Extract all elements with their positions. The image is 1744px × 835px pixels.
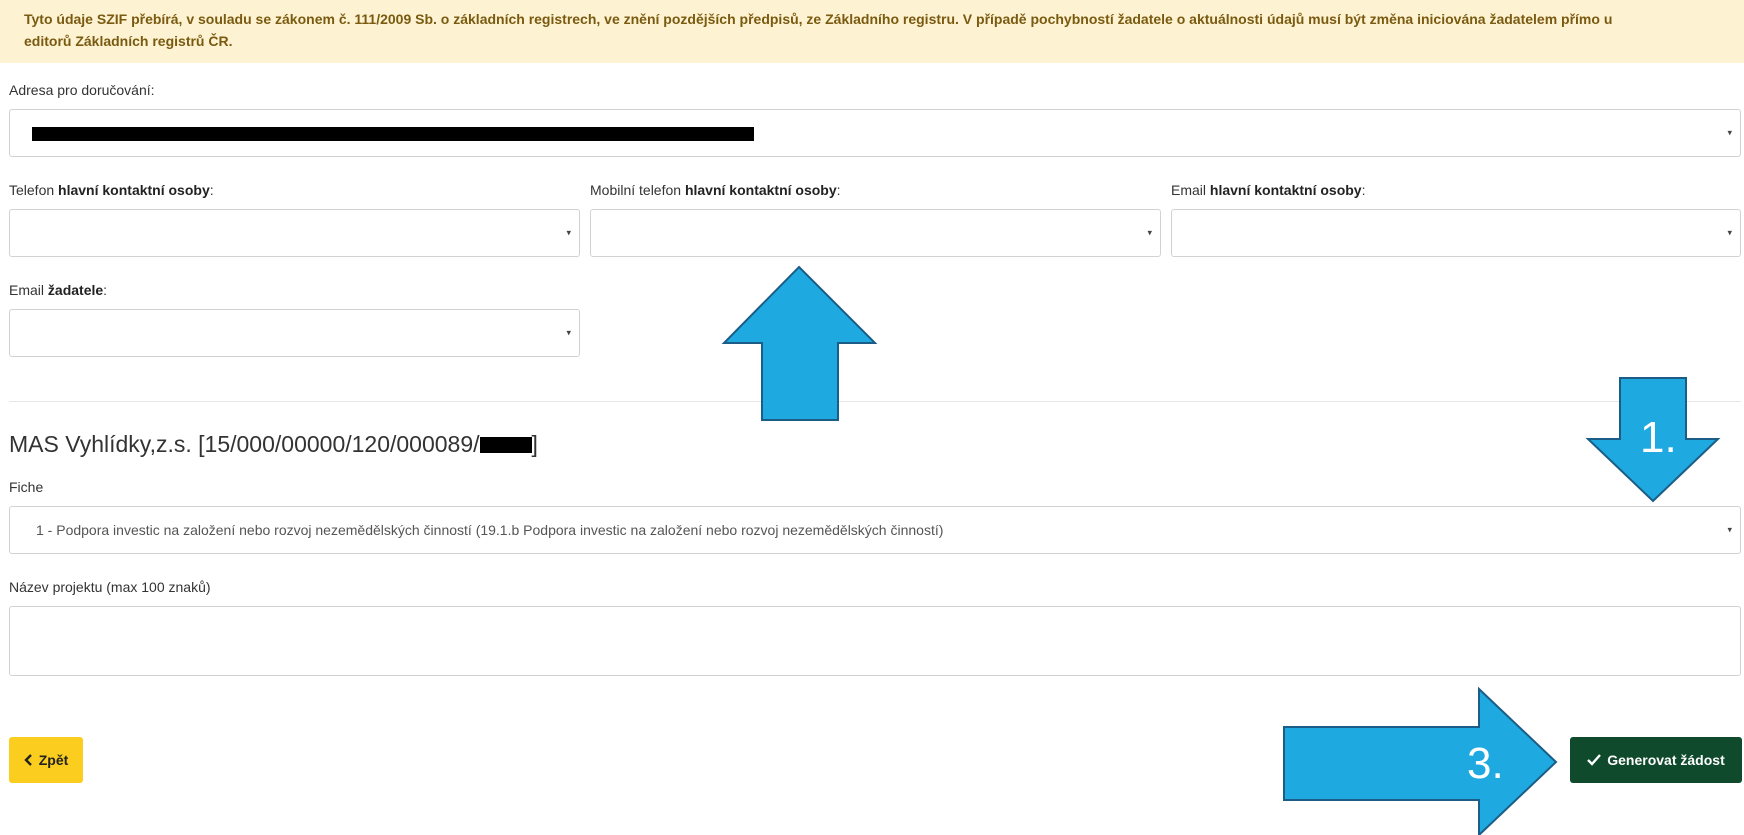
up-arrow-annotation — [721, 265, 878, 421]
right-arrow-annotation-3 — [1283, 686, 1558, 835]
step-1-label: 1. — [1640, 413, 1677, 462]
annotation-overlay: 1. 3. — [721, 265, 1721, 835]
step-3-label: 3. — [1467, 739, 1504, 788]
